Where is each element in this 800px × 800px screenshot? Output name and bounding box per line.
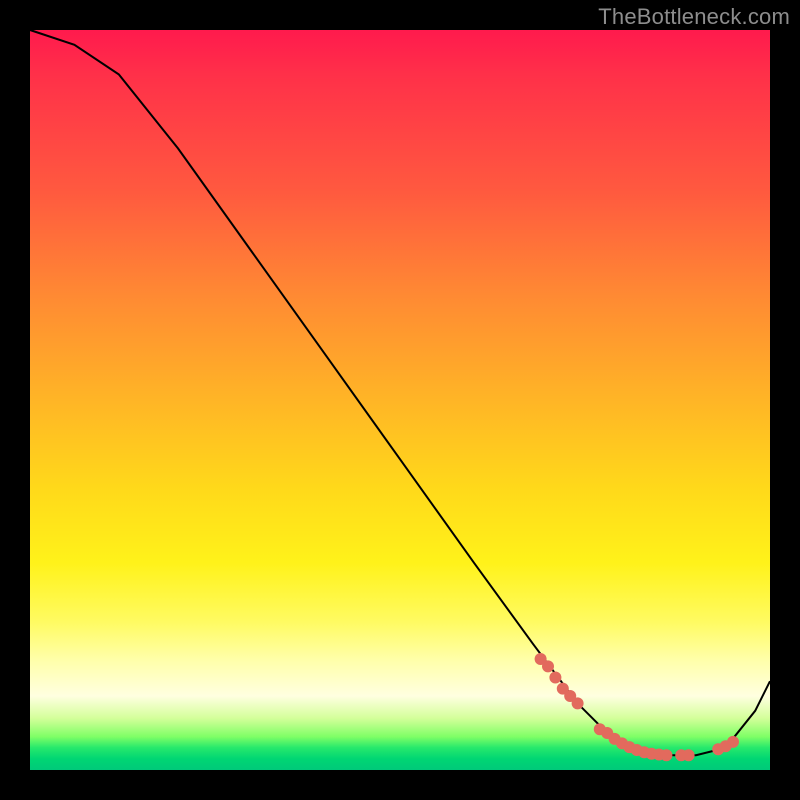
plot-area [30, 30, 770, 770]
chart-frame: TheBottleneck.com [0, 0, 800, 800]
marker-point [727, 736, 739, 748]
marker-point [660, 749, 672, 761]
marker-point [683, 749, 695, 761]
marker-point [572, 697, 584, 709]
marker-point [542, 660, 554, 672]
highlight-markers [535, 653, 739, 761]
chart-svg [30, 30, 770, 770]
watermark-text: TheBottleneck.com [598, 4, 790, 30]
bottleneck-curve [30, 30, 770, 755]
marker-point [549, 672, 561, 684]
